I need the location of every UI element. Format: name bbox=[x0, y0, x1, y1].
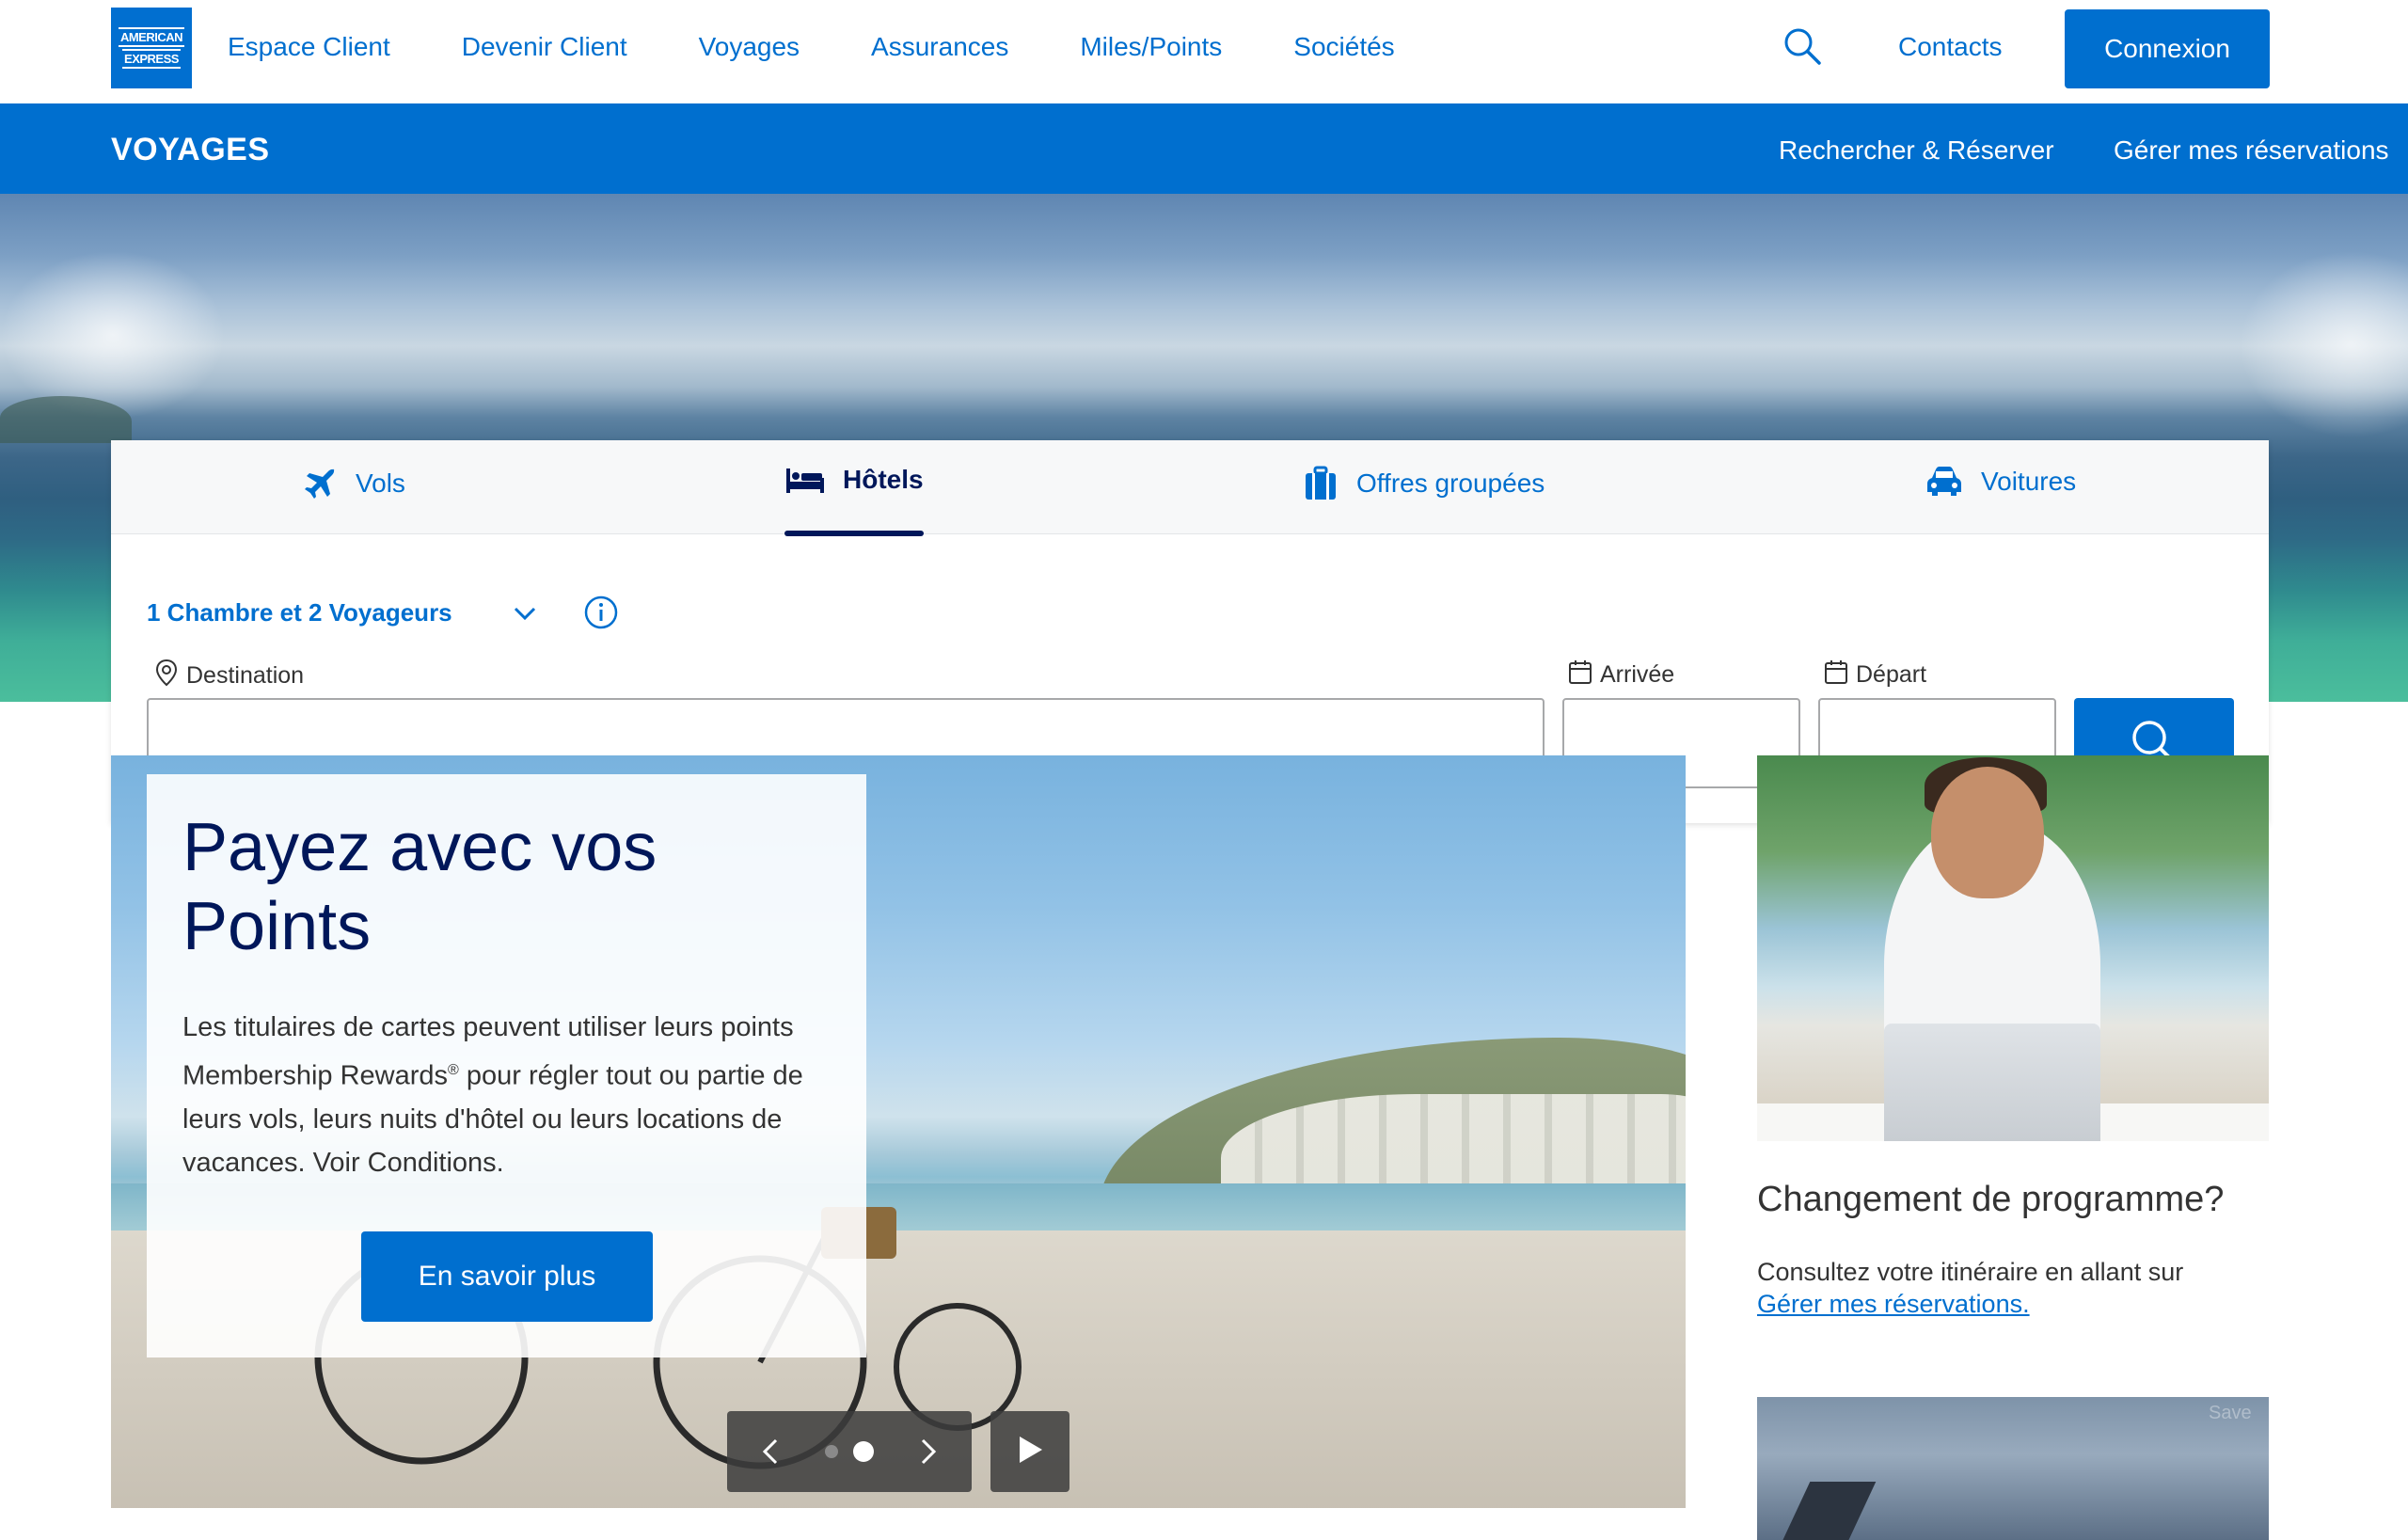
calendar-icon bbox=[1568, 659, 1592, 691]
search-and-book-link[interactable]: Rechercher & Réserver bbox=[1779, 135, 2054, 166]
image-person-head bbox=[1931, 767, 2044, 898]
nav-societes[interactable]: Sociétés bbox=[1293, 32, 1394, 62]
second-card-image: Save bbox=[1757, 1397, 2269, 1540]
nav-miles-points[interactable]: Miles/Points bbox=[1080, 32, 1222, 62]
nav-contacts[interactable]: Contacts bbox=[1898, 32, 2003, 62]
chevron-down-icon[interactable] bbox=[510, 598, 540, 628]
tab-vols[interactable]: Vols bbox=[301, 465, 405, 502]
nav-devenir-client[interactable]: Devenir Client bbox=[462, 32, 627, 62]
section-title: VOYAGES bbox=[111, 132, 270, 167]
top-navigation: AMERICAN EXPRESS Espace Client Devenir C… bbox=[0, 0, 2408, 103]
logo-text-line2: EXPRESS bbox=[122, 49, 181, 69]
tab-label: Offres groupées bbox=[1356, 468, 1545, 498]
image-airplane-wing bbox=[1779, 1482, 1877, 1540]
save-watermark: Save bbox=[2209, 1403, 2252, 1423]
chevron-right-icon[interactable] bbox=[911, 1436, 943, 1472]
search-tabs: Vols Hôtels Offres groupées Voitures bbox=[111, 440, 2269, 536]
section-header-bar: VOYAGES Rechercher & Réserver Gérer mes … bbox=[0, 103, 2408, 194]
departure-label: Départ bbox=[1824, 659, 1926, 691]
car-icon bbox=[1925, 465, 1964, 499]
calendar-icon bbox=[1824, 659, 1848, 691]
tab-offres-groupees[interactable]: Offres groupées bbox=[1302, 465, 1545, 502]
carousel-dot[interactable] bbox=[853, 1441, 874, 1462]
carousel-dot[interactable] bbox=[825, 1445, 838, 1458]
carousel-controls bbox=[727, 1411, 972, 1492]
luggage-icon bbox=[1302, 465, 1339, 502]
nav-voyages[interactable]: Voyages bbox=[699, 32, 800, 62]
hero-banner: Vols Hôtels Offres groupées Voitures 1 C… bbox=[0, 194, 2408, 823]
nav-espace-client[interactable]: Espace Client bbox=[228, 32, 390, 62]
hero-island bbox=[0, 396, 132, 443]
search-icon[interactable] bbox=[1782, 26, 1822, 66]
occupancy-selector[interactable]: 1 Chambre et 2 Voyageurs bbox=[147, 598, 452, 627]
bed-icon bbox=[784, 465, 826, 495]
tab-voitures[interactable]: Voitures bbox=[1925, 465, 2076, 499]
hero-cloud-right bbox=[2239, 250, 2408, 438]
location-pin-icon bbox=[154, 659, 179, 693]
play-icon bbox=[1016, 1434, 1044, 1470]
play-button[interactable] bbox=[990, 1411, 1069, 1492]
promo-carousel: Payez avec vos Points Les titulaires de … bbox=[111, 755, 1686, 1508]
side-card-title: Changement de programme? bbox=[1757, 1180, 2225, 1219]
destination-label: Destination bbox=[154, 659, 304, 693]
tab-label: Voitures bbox=[1981, 467, 2077, 496]
tab-label: Hôtels bbox=[843, 465, 924, 494]
promo-description: Les titulaires de cartes peuvent utilise… bbox=[182, 1006, 841, 1184]
login-button[interactable]: Connexion bbox=[2065, 9, 2270, 88]
logo-text-line1: AMERICAN bbox=[118, 27, 185, 47]
plane-icon bbox=[301, 465, 339, 502]
nav-assurances[interactable]: Assurances bbox=[871, 32, 1008, 62]
main-menu: Espace Client Devenir Client Voyages Ass… bbox=[228, 32, 1466, 62]
registered-mark: ® bbox=[448, 1062, 459, 1078]
chevron-left-icon[interactable] bbox=[755, 1436, 787, 1472]
promo-text-card: Payez avec vos Points Les titulaires de … bbox=[147, 774, 866, 1357]
amex-logo[interactable]: AMERICAN EXPRESS bbox=[111, 8, 192, 88]
hero-cloud-left bbox=[0, 250, 226, 420]
arrival-label: Arrivée bbox=[1568, 659, 1674, 691]
promo-title: Payez avec vos Points bbox=[182, 810, 657, 964]
tab-hotels[interactable]: Hôtels bbox=[784, 465, 924, 536]
side-card-image bbox=[1757, 755, 2269, 1141]
image-laptop bbox=[1884, 1024, 2100, 1141]
manage-bookings-link[interactable]: Gérer mes réservations bbox=[2114, 135, 2389, 166]
active-tab-indicator bbox=[784, 531, 924, 536]
tab-label: Vols bbox=[356, 468, 405, 498]
manage-bookings-inline-link[interactable]: Gérer mes réservations. bbox=[1757, 1290, 2030, 1319]
learn-more-button[interactable]: En savoir plus bbox=[361, 1231, 653, 1322]
info-icon[interactable] bbox=[583, 595, 619, 630]
arrival-label-text: Arrivée bbox=[1600, 661, 1675, 688]
destination-label-text: Destination bbox=[186, 662, 305, 689]
side-card-text: Consultez votre itinéraire en allant sur bbox=[1757, 1258, 2184, 1286]
departure-label-text: Départ bbox=[1856, 661, 1927, 688]
